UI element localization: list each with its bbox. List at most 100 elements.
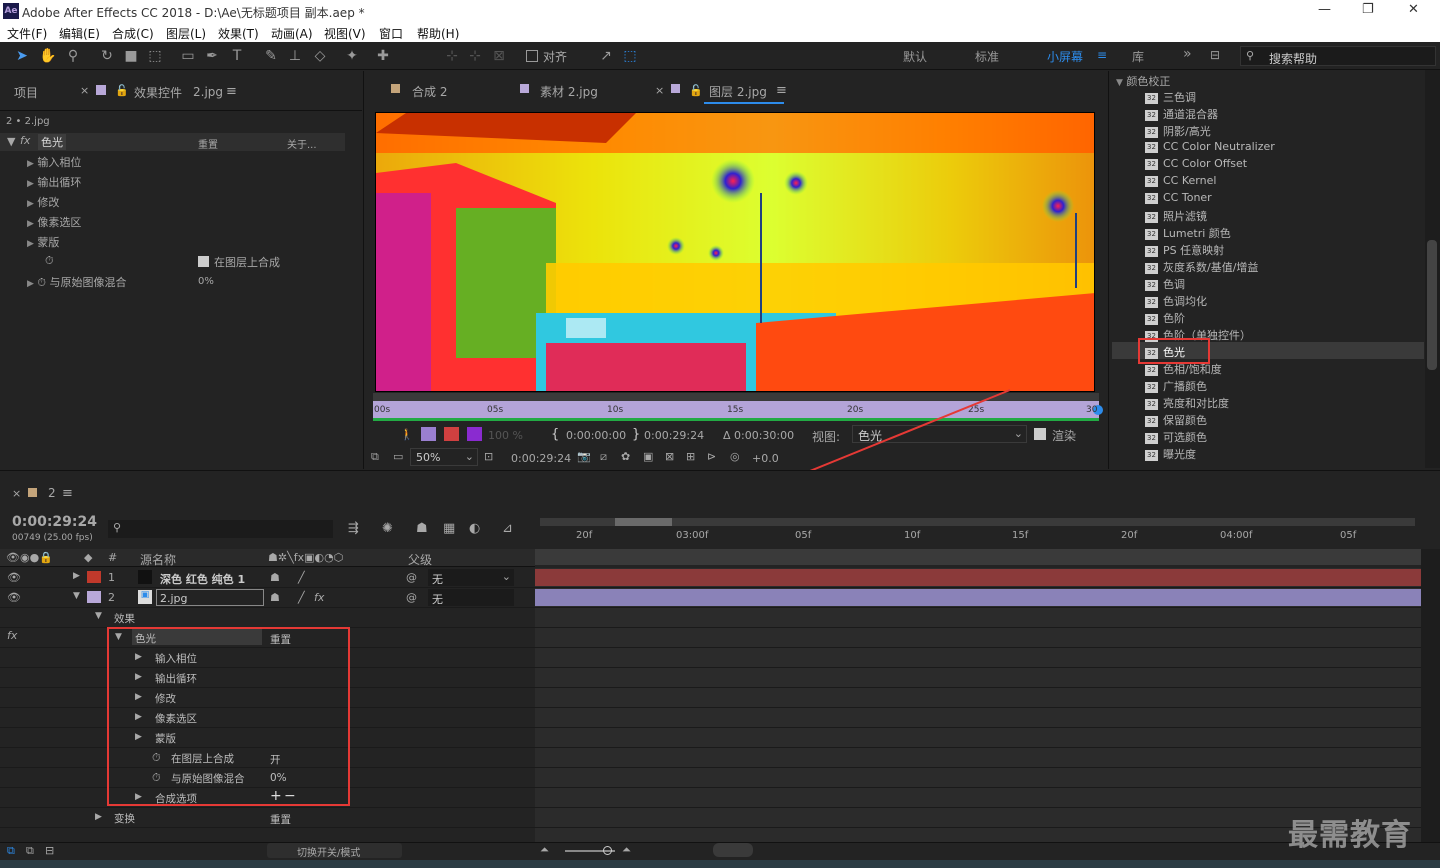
workspace-small-screen[interactable]: 小屏幕	[1047, 48, 1083, 65]
maximize-icon[interactable]: ❐	[1362, 2, 1374, 17]
effects-scroll-thumb[interactable]	[1427, 240, 1437, 370]
text-tool-icon[interactable]: T	[228, 47, 246, 65]
show-snapshot-icon[interactable]: ⧄	[600, 450, 607, 464]
timeline-navigator-thumb[interactable]	[615, 518, 672, 526]
menu-animation[interactable]: 动画(A)	[271, 25, 313, 42]
snapshot-icon[interactable]: 📷	[577, 450, 591, 463]
effect-item[interactable]: 32 PS 任意映射	[1145, 242, 1224, 258]
selection-tool-icon[interactable]: ➤	[13, 47, 31, 65]
comp-mini-flowchart-icon[interactable]: ⇶	[348, 521, 359, 536]
effect-item[interactable]: 32 曝光度	[1145, 446, 1196, 462]
fx-icon[interactable]: fx	[20, 134, 30, 147]
quality-switch-icon[interactable]: ╱	[298, 571, 305, 584]
effect-item[interactable]: 32 灰度系数/基值/增益	[1145, 259, 1258, 275]
frame-blending-icon[interactable]: ▦	[443, 521, 455, 536]
zoom-tool-icon[interactable]: ⚲	[64, 47, 82, 65]
blend-value[interactable]: 0%	[198, 276, 214, 287]
opacity-value[interactable]: 100 %	[488, 429, 523, 442]
eraser-tool-icon[interactable]: ◇	[311, 47, 329, 65]
tl-transform-reset[interactable]: 重置	[270, 812, 291, 827]
layer-collapse-icon[interactable]: ▼	[73, 591, 80, 601]
transparency-grid-icon[interactable]: ⊠	[665, 450, 674, 463]
camera-tool-icon[interactable]: ■	[122, 47, 140, 65]
layer-name-box[interactable]: 2.jpg	[156, 589, 264, 606]
timeline-search-input[interactable]: ⚲	[108, 520, 333, 538]
workspace-standard[interactable]: 标准	[975, 48, 999, 65]
prop-modify[interactable]: ▶ 修改	[27, 194, 59, 210]
tab-footage[interactable]: 素材 2.jpg	[540, 83, 598, 100]
pen-tool-icon[interactable]: ✒	[203, 47, 221, 65]
pickwhip-icon[interactable]: @	[406, 591, 417, 604]
effect-about-button[interactable]: 关于...	[287, 136, 317, 151]
menu-window[interactable]: 窗口	[379, 25, 403, 42]
monitor-icon[interactable]: ▭	[393, 450, 403, 463]
effect-item[interactable]: 32 CC Color Neutralizer	[1145, 140, 1275, 153]
timeline-tab[interactable]: 2	[48, 486, 56, 500]
workspace-menu-icon[interactable]: ≡	[1097, 48, 1107, 62]
flowchart-icon[interactable]: ⊳	[707, 450, 716, 463]
puppet-pin-tool-icon[interactable]: ✚	[374, 47, 392, 65]
pan-behind-tool-icon[interactable]: ⬚	[146, 47, 164, 65]
graph-editor-icon[interactable]: ⊿	[502, 521, 513, 536]
transfer-controls-icon[interactable]: ⧉	[26, 844, 34, 858]
tab-project[interactable]: 项目	[14, 84, 38, 101]
channel-icon[interactable]: ✿	[621, 450, 630, 463]
tab-effect-controls[interactable]: 效果控件	[134, 84, 182, 101]
menu-file[interactable]: 文件(F)	[7, 25, 47, 42]
effect-item[interactable]: 32 Lumetri 颜色	[1145, 225, 1231, 241]
set-out-icon[interactable]: }	[632, 427, 640, 442]
out-time[interactable]: 0:00:29:24	[644, 429, 704, 442]
draft-3d-icon[interactable]: ✺	[382, 521, 393, 536]
eye-icon[interactable]: 👁	[7, 591, 21, 604]
timeline-h-scroll-thumb[interactable]	[713, 843, 753, 857]
reset-exposure-icon[interactable]: ◎	[730, 450, 740, 463]
layer-name[interactable]: 深色 红色 纯色 1	[160, 571, 245, 587]
in-time[interactable]: 0:00:00:00	[566, 429, 626, 442]
parent-dropdown[interactable]: 无	[428, 589, 514, 606]
view-dropdown[interactable]: 色光 ⌄	[852, 425, 1027, 443]
effect-item[interactable]: 32 色阶	[1145, 310, 1185, 326]
menu-effect[interactable]: 效果(T)	[218, 25, 259, 42]
render-checkbox[interactable]	[1034, 428, 1046, 440]
workspace-library[interactable]: 库	[1132, 48, 1144, 65]
effect-item[interactable]: 32 广播颜色	[1145, 378, 1207, 394]
effect-item[interactable]: 32 色调	[1145, 276, 1185, 292]
expand-icon[interactable]: ▶	[95, 812, 102, 822]
composite-on-layer-checkbox[interactable]	[198, 256, 209, 267]
align-checkbox[interactable]	[526, 50, 538, 62]
menu-view[interactable]: 视图(V)	[324, 25, 366, 42]
effect-expand-icon[interactable]: ▼	[7, 135, 15, 148]
effect-item[interactable]: 32 色光	[1145, 344, 1185, 360]
menu-help[interactable]: 帮助(H)	[417, 25, 459, 42]
tab-composition[interactable]: 合成 2	[412, 83, 447, 100]
hand-tool-icon[interactable]: ✋	[39, 47, 57, 65]
layer-row-1[interactable]: 👁 ▶ 1 深色 红色 纯色 1 ☗ ╱ @ 无 ⌄	[0, 568, 535, 588]
prop-output-cycle[interactable]: ▶ 输出循环	[27, 174, 81, 190]
region-of-interest-icon[interactable]: ▣	[643, 450, 653, 463]
zoom-dropdown[interactable]: 50% ⌄	[410, 448, 478, 466]
fx-switch-icon[interactable]: fx	[314, 591, 324, 604]
axis-local-icon[interactable]: ⊹	[443, 47, 461, 65]
effect-item[interactable]: 32 CC Kernel	[1145, 174, 1216, 187]
rotate-tool-icon[interactable]: ↻	[98, 47, 116, 65]
layer-1-bar[interactable]	[535, 569, 1421, 586]
effect-item[interactable]: 32 三色调	[1145, 89, 1196, 105]
effect-reset-button[interactable]: 重置	[198, 136, 218, 151]
prop-masking[interactable]: ▶ 蒙版	[27, 234, 59, 250]
roto-brush-tool-icon[interactable]: ✦	[343, 47, 361, 65]
lock-icon[interactable]: 🔓	[689, 84, 703, 97]
effect-controls-file[interactable]: 2.jpg	[193, 85, 223, 99]
layer-row-2[interactable]: 👁 ▼ 2 ▣ 2.jpg ☗ ╱ fx @ 无	[0, 588, 535, 608]
fx-icon[interactable]: fx	[7, 629, 17, 642]
axis-world-icon[interactable]: ⊹	[466, 47, 484, 65]
fit-icon[interactable]: ⊡	[484, 450, 493, 463]
shy-switch-icon[interactable]: ☗	[270, 591, 280, 604]
effects-group-collapse-icon[interactable]: ▼	[95, 611, 102, 621]
layer-2-bar[interactable]	[535, 589, 1421, 606]
always-preview-icon[interactable]: ⧉	[371, 450, 379, 464]
prop-blend[interactable]: ▶ ⏱ 与原始图像混合	[27, 274, 127, 290]
sync-settings-icon[interactable]: ⊟	[1210, 48, 1220, 62]
stopwatch-icon[interactable]: ⏱	[45, 254, 54, 268]
zoom-out-icon[interactable]: ⏶	[540, 843, 549, 857]
prop-pixel-selection[interactable]: ▶ 像素选区	[27, 214, 81, 230]
